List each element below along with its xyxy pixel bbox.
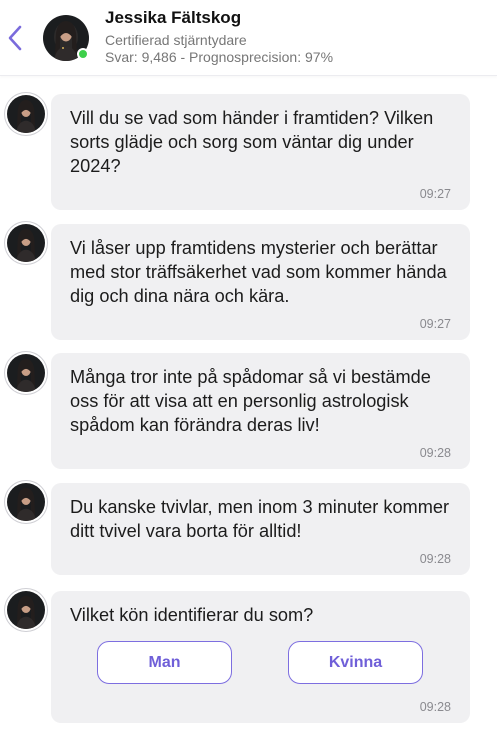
chevron-left-icon — [8, 25, 22, 51]
message-text: Vi låser upp framtidens mysterier och be… — [70, 238, 447, 306]
contact-stats: Svar: 9,486 - Prognosprecision: 97% — [105, 49, 334, 65]
message-timestamp: 09:28 — [419, 552, 451, 566]
contact-name: Jessika Fältskog — [105, 8, 242, 27]
astrologer-photo — [7, 354, 45, 392]
contact-subtitle: Certifierad stjärntydare — [105, 32, 247, 48]
astrologer-photo — [7, 483, 45, 521]
message-avatar — [7, 354, 45, 392]
kvinna-button[interactable]: Kvinna — [288, 641, 423, 684]
message-text: Du kanske tvivlar, men inom 3 minuter ko… — [70, 497, 450, 541]
message-bubble: Vill du se vad som händer i framtiden? V… — [51, 94, 470, 210]
message-timestamp: 09:27 — [419, 187, 451, 201]
message-avatar — [7, 483, 45, 521]
astrologer-photo — [7, 224, 45, 262]
chat-header: Jessika Fältskog Certifierad stjärntydar… — [0, 0, 497, 76]
message-text: Många tror inte på spådomar så vi bestäm… — [70, 367, 431, 435]
astrologer-photo — [7, 95, 45, 133]
astrologer-photo — [7, 591, 45, 629]
back-button[interactable] — [4, 24, 26, 52]
gender-choices: Man Kvinna — [97, 641, 423, 685]
message-bubble: Du kanske tvivlar, men inom 3 minuter ko… — [51, 483, 470, 575]
message-avatar — [7, 95, 45, 133]
question-bubble: Vilket kön identifierar du som? Man Kvin… — [51, 591, 470, 723]
message-timestamp: 09:28 — [419, 446, 451, 460]
message-timestamp: 09:28 — [419, 700, 451, 714]
online-status-dot — [77, 48, 89, 60]
message-bubble: Vi låser upp framtidens mysterier och be… — [51, 224, 470, 340]
message-timestamp: 09:27 — [419, 317, 451, 331]
message-avatar — [7, 224, 45, 262]
question-text: Vilket kön identifierar du som? — [70, 605, 314, 625]
message-text: Vill du se vad som händer i framtiden? V… — [70, 108, 434, 176]
message-bubble: Många tror inte på spådomar så vi bestäm… — [51, 353, 470, 469]
man-button[interactable]: Man — [97, 641, 232, 684]
message-avatar — [7, 591, 45, 629]
